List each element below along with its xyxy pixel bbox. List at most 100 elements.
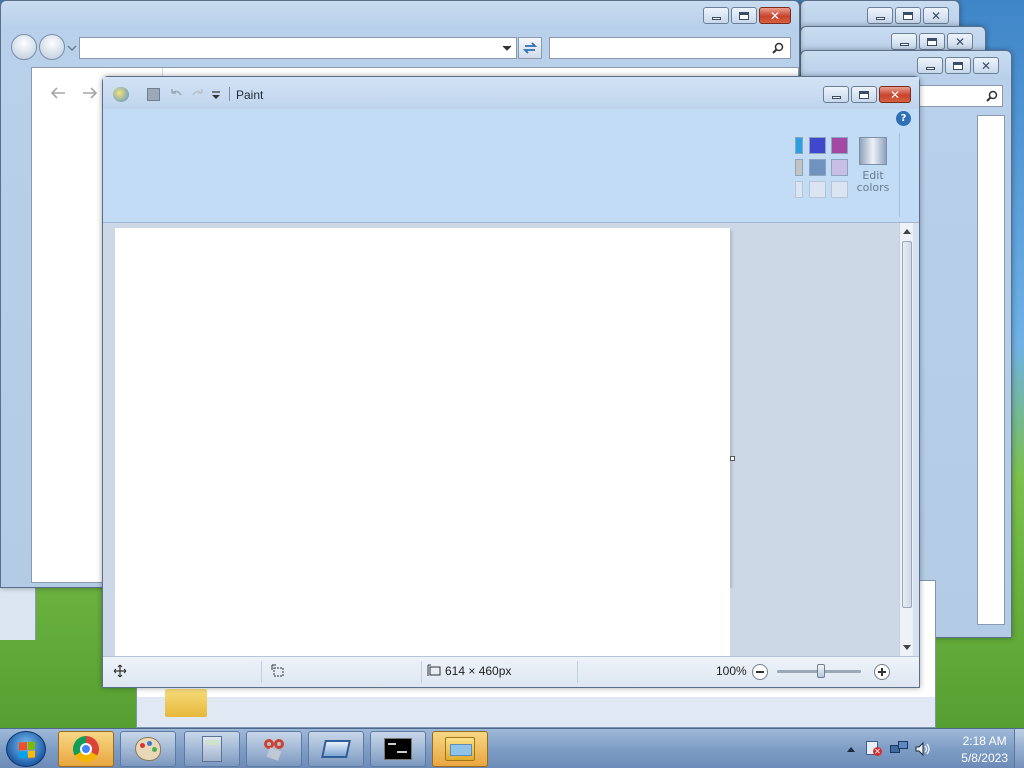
taskbar-file-explorer[interactable] xyxy=(432,731,488,767)
help-glyph: ? xyxy=(900,113,907,124)
system-clock[interactable]: 2:18 AM 5/8/2023 xyxy=(961,733,1008,767)
cursor-position-icon xyxy=(113,664,127,678)
paint-icon xyxy=(135,737,161,761)
refresh-button[interactable] xyxy=(518,37,542,59)
action-center-icon[interactable]: ✕ xyxy=(866,741,882,757)
status-divider xyxy=(261,661,262,683)
palette-swatch[interactable] xyxy=(831,181,848,198)
folder-icon xyxy=(165,689,207,717)
calculator-icon xyxy=(202,736,222,762)
taskbar-paint[interactable] xyxy=(120,731,176,767)
window-title: Paint xyxy=(236,88,264,102)
refresh-icon xyxy=(522,42,538,54)
close-button[interactable]: ✕ xyxy=(923,7,949,24)
redo-icon[interactable] xyxy=(191,88,205,102)
palette-swatch[interactable] xyxy=(795,159,803,176)
drawing-canvas-lower[interactable] xyxy=(115,588,730,656)
palette-swatch[interactable] xyxy=(809,137,826,154)
minimize-button[interactable] xyxy=(867,7,893,24)
window-client xyxy=(977,115,1005,625)
maximize-button[interactable] xyxy=(919,33,945,50)
close-button[interactable]: ✕ xyxy=(879,86,911,103)
scrollbar-thumb[interactable] xyxy=(902,241,912,607)
forward-button[interactable] xyxy=(39,34,65,60)
clock-time: 2:18 AM xyxy=(962,734,1007,748)
edit-colors-button[interactable]: Edit colors xyxy=(853,137,893,203)
close-button[interactable]: ✕ xyxy=(947,33,973,50)
zoom-in-button[interactable] xyxy=(874,664,890,680)
paint-scrollbar-lower[interactable] xyxy=(899,588,913,656)
remote-desktop-icon xyxy=(321,740,351,758)
taskbar: ✕ 2:18 AM 5/8/2023 xyxy=(0,728,1024,768)
address-bar[interactable] xyxy=(79,37,517,59)
palette-swatch[interactable] xyxy=(795,181,803,198)
chevron-down-icon[interactable] xyxy=(502,43,512,53)
scroll-up-icon[interactable] xyxy=(902,227,912,235)
maximize-button[interactable] xyxy=(851,86,877,103)
minimize-button[interactable] xyxy=(917,57,943,74)
clock-date: 5/8/2023 xyxy=(961,751,1008,765)
maximize-button[interactable] xyxy=(945,57,971,74)
edit-colors-label-2: colors xyxy=(856,181,890,194)
ribbon-divider xyxy=(899,133,900,217)
taskbar-remote-desktop[interactable] xyxy=(308,731,364,767)
palette-swatch[interactable] xyxy=(831,159,848,176)
chrome-icon xyxy=(73,736,99,762)
snipping-tool-icon xyxy=(262,737,286,761)
search-icon xyxy=(772,42,784,54)
palette-swatch[interactable] xyxy=(795,137,803,154)
minimize-button[interactable] xyxy=(703,7,729,24)
customize-quick-access-icon[interactable] xyxy=(211,91,221,101)
canvas-size-icon xyxy=(427,664,441,676)
palette-swatch[interactable] xyxy=(809,159,826,176)
search-box[interactable] xyxy=(917,85,1003,107)
help-button[interactable]: ? xyxy=(896,111,911,126)
back-button[interactable] xyxy=(11,34,37,60)
volume-icon[interactable] xyxy=(914,741,932,757)
file-explorer-icon xyxy=(445,737,475,761)
selection-size-icon xyxy=(271,664,284,677)
scroll-down-icon[interactable] xyxy=(902,644,912,652)
paint-canvas-lower xyxy=(103,588,899,656)
taskbar-calculator[interactable] xyxy=(184,731,240,767)
search-box[interactable] xyxy=(549,37,791,59)
zoom-level: 100% xyxy=(716,664,747,678)
plus-icon-vertical xyxy=(881,668,883,676)
command-prompt-icon xyxy=(384,738,412,760)
minimize-button[interactable] xyxy=(823,86,849,103)
back-arrow-icon[interactable] xyxy=(50,86,66,100)
maximize-button[interactable] xyxy=(731,7,757,24)
status-bar: 614 × 460px 100% xyxy=(103,656,919,687)
palette-swatch[interactable] xyxy=(809,181,826,198)
canvas-resize-handle[interactable] xyxy=(730,456,735,461)
network-icon[interactable] xyxy=(890,741,908,757)
scrollbar-thumb[interactable] xyxy=(902,588,912,608)
palette-swatch[interactable] xyxy=(831,137,848,154)
minus-icon xyxy=(756,671,764,673)
zoom-out-button[interactable] xyxy=(752,664,768,680)
taskbar-snipping-tool[interactable] xyxy=(246,731,302,767)
show-hidden-icons-icon[interactable] xyxy=(846,745,856,753)
start-button[interactable] xyxy=(6,731,46,767)
zoom-slider[interactable] xyxy=(777,664,861,678)
show-desktop-button[interactable] xyxy=(1014,729,1024,768)
close-button[interactable]: ✕ xyxy=(973,57,999,74)
paint-app-icon[interactable] xyxy=(113,87,129,102)
maximize-button[interactable] xyxy=(895,7,921,24)
undo-icon[interactable] xyxy=(169,88,183,102)
save-icon[interactable] xyxy=(147,88,160,101)
close-button[interactable]: ✕ xyxy=(759,7,791,24)
taskbar-command-prompt[interactable] xyxy=(370,731,426,767)
chevron-down-icon[interactable] xyxy=(67,43,77,53)
taskbar-chrome[interactable] xyxy=(58,731,114,767)
status-divider xyxy=(577,661,578,683)
color-palette xyxy=(795,137,855,203)
title-separator xyxy=(229,87,230,101)
minimize-button[interactable] xyxy=(891,33,917,50)
zoom-slider-thumb[interactable] xyxy=(816,664,825,678)
canvas-size-text: 614 × 460px xyxy=(445,664,512,678)
forward-arrow-icon[interactable] xyxy=(82,86,98,100)
search-icon xyxy=(986,90,998,102)
ribbon: ? Edit colors xyxy=(103,109,919,223)
edit-colors-icon xyxy=(859,137,887,165)
